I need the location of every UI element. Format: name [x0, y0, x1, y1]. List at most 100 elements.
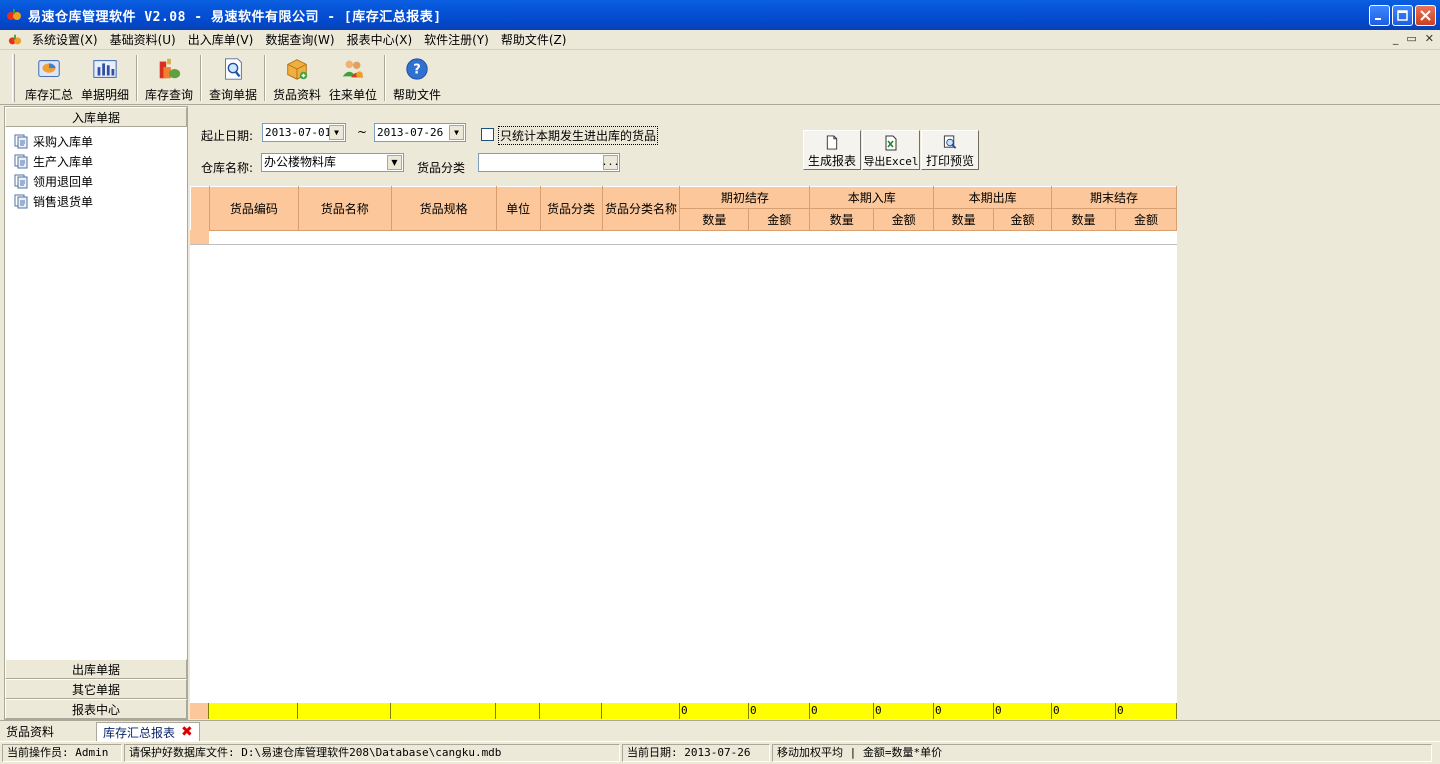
nav-item-production-in[interactable]: 生产入库单 [5, 151, 187, 171]
column-header[interactable]: 货品分类 [539, 186, 603, 231]
column-header-qty[interactable]: 数量 [679, 208, 750, 231]
close-button[interactable] [1415, 5, 1436, 26]
chevron-down-icon[interactable]: ▼ [449, 125, 464, 140]
toolbar-separator [136, 55, 138, 101]
column-header[interactable]: 货品名称 [297, 186, 392, 231]
totals-row: 0 0 0 0 0 0 0 0 [190, 703, 1177, 719]
column-header-amount[interactable]: 金额 [873, 208, 935, 231]
nav-header-stock-out[interactable]: 出库单据 [5, 659, 187, 679]
nav-header-stock-in[interactable]: 入库单据 [5, 107, 187, 127]
users-icon [342, 60, 364, 78]
menu-report-center[interactable]: 报表中心(X) [341, 31, 419, 48]
export-excel-button[interactable]: 导出Excel [862, 130, 920, 170]
column-header-amount[interactable]: 金额 [1114, 208, 1178, 231]
column-header[interactable]: 货品规格 [390, 186, 497, 231]
maximize-icon [1397, 10, 1408, 21]
total-closing-qty: 0 [1052, 703, 1116, 719]
column-header-qty[interactable]: 数量 [933, 208, 995, 231]
column-header-qty[interactable]: 数量 [809, 208, 875, 231]
query-doc-button[interactable]: 查询单据 [205, 51, 261, 103]
nav-header-report-center[interactable]: 报表中心 [5, 699, 187, 719]
status-date: 当前日期: 2013-07-26 [622, 744, 770, 762]
mdi-controls: _ ▭ ✕ [1393, 32, 1434, 45]
nav-item-return-in[interactable]: 领用退回单 [5, 171, 187, 191]
toolbar-separator [264, 55, 266, 101]
column-header[interactable]: 单位 [495, 186, 541, 231]
export-excel-label: 导出Excel [863, 155, 919, 168]
totals-row-header [190, 703, 209, 719]
mdi-minimize-icon[interactable]: _ [1393, 32, 1399, 45]
tab-inventory-report[interactable]: 库存汇总报表 ✖ [96, 722, 200, 741]
nav-item-purchase-in[interactable]: 采购入库单 [5, 131, 187, 151]
chevron-down-icon[interactable]: ▼ [329, 125, 344, 140]
nav-item-label: 采购入库单 [33, 134, 94, 149]
toolbar-separator [200, 55, 202, 101]
grid-body[interactable] [190, 230, 1177, 703]
menu-system-settings[interactable]: 系统设置(X) [26, 31, 104, 48]
help-button[interactable]: ? 帮助文件 [389, 51, 445, 103]
only-moved-checkbox[interactable] [481, 128, 494, 141]
warehouse-value: 办公楼物料库 [264, 155, 337, 169]
column-header-amount[interactable]: 金额 [993, 208, 1053, 231]
toolbar-grip[interactable] [12, 54, 15, 102]
nav-item-sales-return[interactable]: 销售退货单 [5, 191, 187, 211]
document-icon [14, 154, 28, 169]
menu-data-query[interactable]: 数据查询(W) [259, 31, 340, 48]
doc-detail-label: 单据明细 [80, 88, 129, 102]
tab-goods-data[interactable]: 货品资料 [0, 722, 96, 741]
partners-button[interactable]: 往来单位 [325, 51, 381, 103]
menu-help[interactable]: 帮助文件(Z) [495, 31, 573, 48]
mdi-close-icon[interactable]: ✕ [1425, 32, 1434, 45]
excel-icon [885, 135, 897, 151]
title-bar: 易速仓库管理软件 V2.08 - 易速软件有限公司 - [库存汇总报表] [0, 0, 1440, 30]
menu-bar: 系统设置(X) 基础资料(U) 出入库单(V) 数据查询(W) 报表中心(X) … [0, 30, 1440, 50]
date-to-picker[interactable]: 2013-07-26 ▼ [374, 123, 466, 142]
goods-data-label: 货品资料 [272, 88, 321, 102]
doc-detail-button[interactable]: 单据明细 [77, 51, 133, 103]
search-document-icon [225, 58, 242, 80]
stock-query-icon [159, 58, 181, 79]
total-opening-amount: 0 [749, 703, 810, 719]
stock-query-button[interactable]: 库存查询 [141, 51, 197, 103]
date-from-picker[interactable]: 2013-07-01 ▼ [262, 123, 346, 142]
nav-header-other-docs[interactable]: 其它单据 [5, 679, 187, 699]
column-header[interactable]: 货品编码 [208, 186, 299, 231]
total-in-amount: 0 [874, 703, 934, 719]
window-title: 易速仓库管理软件 V2.08 - 易速软件有限公司 - [库存汇总报表] [28, 9, 442, 25]
nav-bottom-headers: 出库单据 其它单据 报表中心 [5, 659, 187, 719]
partners-label: 往来单位 [328, 88, 377, 102]
column-header-amount[interactable]: 金额 [748, 208, 811, 231]
app-menu-icon[interactable] [8, 33, 22, 47]
status-bar: 当前操作员: Admin 请保护好数据库文件: D:\易速仓库管理软件208\D… [0, 741, 1440, 764]
row-selector[interactable] [190, 230, 209, 244]
chevron-down-icon[interactable]: ▼ [387, 155, 402, 170]
ellipsis-button[interactable]: ... [601, 155, 620, 170]
goods-data-button[interactable]: 货品资料 [269, 51, 325, 103]
maximize-button[interactable] [1392, 5, 1413, 26]
menu-basic-data[interactable]: 基础资料(U) [104, 31, 182, 48]
package-icon [287, 59, 308, 80]
minimize-button[interactable] [1369, 5, 1390, 26]
menu-registration[interactable]: 软件注册(Y) [418, 31, 495, 48]
category-input[interactable]: ... [478, 153, 620, 172]
mdi-restore-icon[interactable]: ▭ [1406, 32, 1416, 45]
menu-stock-docs[interactable]: 出入库单(V) [182, 31, 260, 48]
print-preview-button[interactable]: 打印预览 [921, 130, 979, 170]
only-moved-label[interactable]: 只统计本期发生进出库的货品 [498, 126, 659, 145]
column-header[interactable]: 货品分类名称 [601, 186, 681, 231]
generate-report-label: 生成报表 [807, 154, 856, 168]
close-tab-icon[interactable]: ✖ [181, 724, 193, 740]
close-icon [1420, 10, 1431, 21]
date-range-label: 起止日期: [201, 129, 254, 143]
column-lines [209, 230, 1177, 703]
date-from-value: 2013-07-01 [265, 126, 332, 139]
warehouse-select[interactable]: 办公楼物料库 ▼ [261, 153, 404, 172]
column-header-qty[interactable]: 数量 [1051, 208, 1116, 231]
total-cell [391, 703, 496, 719]
grid-header: 货品编码 货品名称 货品规格 单位 货品分类 货品分类名称 期初结存 本期入库 … [190, 186, 1178, 231]
inventory-summary-button[interactable]: 库存汇总 [21, 51, 77, 103]
generate-report-button[interactable]: 生成报表 [803, 130, 861, 170]
toolbar: 库存汇总 单据明细 库存查询 查询单据 货品资料 往来单位 ? 帮助文件 [0, 51, 1440, 105]
total-in-qty: 0 [810, 703, 874, 719]
warehouse-label: 仓库名称: [201, 161, 254, 175]
